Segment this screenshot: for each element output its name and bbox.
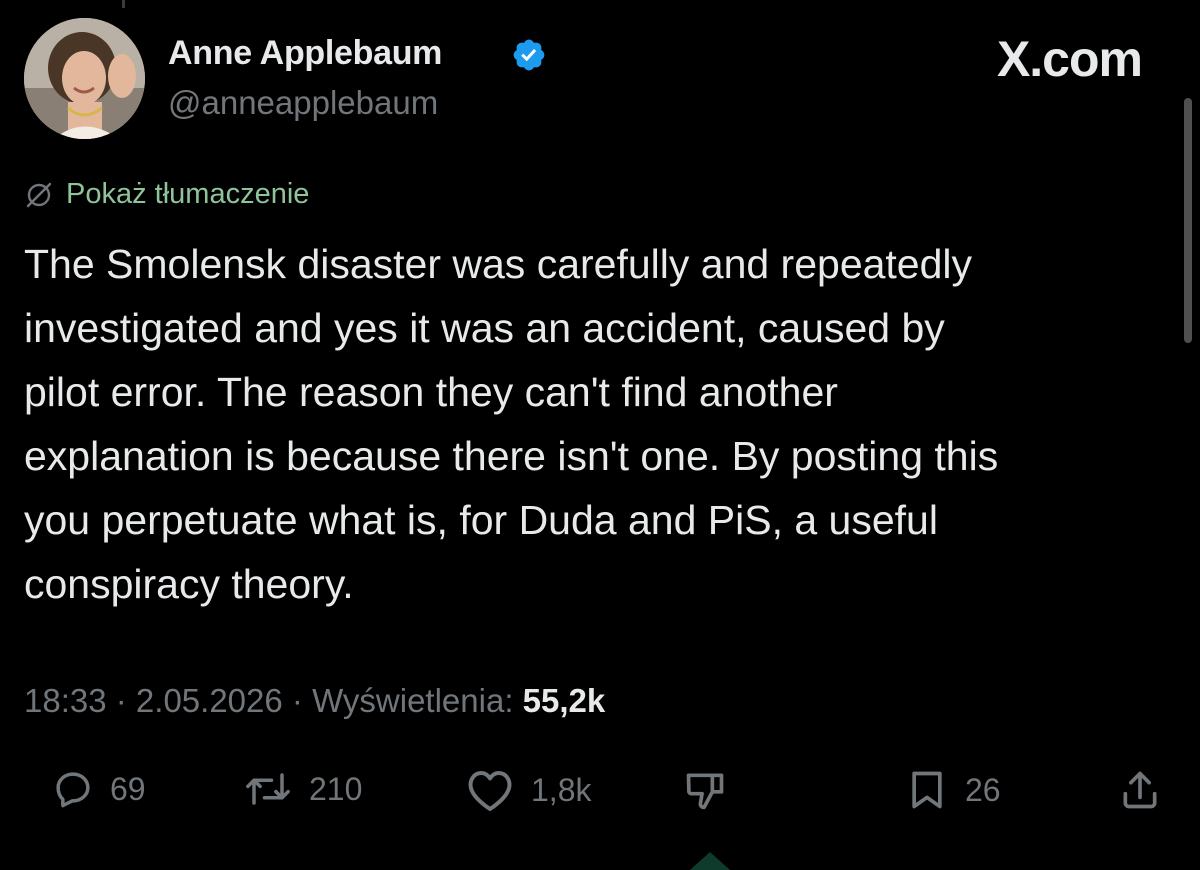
verified-badge-icon xyxy=(513,39,545,71)
views-count[interactable]: 55,2k xyxy=(523,682,606,719)
avatar[interactable] xyxy=(24,18,145,139)
views-label: Wyświetlenia: xyxy=(312,682,514,719)
tweet-time[interactable]: 18:33 xyxy=(24,682,107,719)
show-translation-link[interactable]: Pokaż tłumaczenie xyxy=(24,178,309,211)
scrollbar[interactable] xyxy=(1184,98,1192,343)
heart-icon xyxy=(468,771,512,811)
like-count: 1,8k xyxy=(531,771,592,808)
bookmark-icon xyxy=(912,771,942,809)
bottom-indicator xyxy=(690,852,730,870)
reply-count: 69 xyxy=(110,770,146,807)
tweet-date[interactable]: 2.05.2026 xyxy=(136,682,283,719)
share-button[interactable] xyxy=(1118,768,1162,812)
reply-button[interactable]: 69 xyxy=(52,768,146,810)
like-button[interactable]: 1,8k xyxy=(465,768,591,812)
bookmark-count: 26 xyxy=(965,771,1001,808)
avatar-photo xyxy=(24,18,145,139)
thumbs-down-icon xyxy=(686,773,724,810)
repost-icon xyxy=(246,773,290,805)
author-display-name[interactable]: Anne Applebaum xyxy=(168,34,442,73)
repost-button[interactable]: 210 xyxy=(243,768,362,810)
repost-count: 210 xyxy=(309,770,363,807)
dislike-button[interactable] xyxy=(683,768,727,812)
tweet-text: The Smolensk disaster was carefully and … xyxy=(24,241,999,607)
share-icon xyxy=(1123,771,1157,809)
brand-watermark: X.com xyxy=(996,31,1143,87)
show-translation-label: Pokaż tłumaczenie xyxy=(66,178,310,210)
meta-separator: · xyxy=(106,682,136,719)
top-edge-mark xyxy=(122,0,125,8)
bookmark-button[interactable]: 26 xyxy=(905,768,1001,812)
globe-slash-icon xyxy=(26,182,52,207)
tweet-meta: 18:33 · 2.05.2026 · Wyświetlenia: 55,2k xyxy=(24,682,605,720)
meta-separator: · xyxy=(282,682,313,719)
reply-icon xyxy=(56,772,90,808)
author-handle[interactable]: @anneapplebaum xyxy=(168,84,438,122)
